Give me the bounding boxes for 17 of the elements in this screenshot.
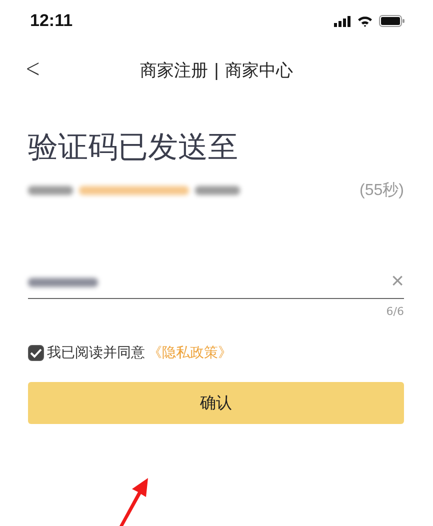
agreement-text: 我已阅读并同意 — [47, 344, 145, 362]
confirm-button[interactable]: 确认 — [28, 382, 404, 424]
check-icon — [30, 348, 42, 358]
clear-button[interactable]: × — [391, 270, 404, 292]
checkbox[interactable] — [28, 345, 44, 361]
wifi-icon — [357, 15, 373, 27]
countdown: (55秒) — [360, 180, 404, 200]
privacy-policy-link[interactable]: 《隐私政策》 — [148, 344, 232, 362]
code-field[interactable]: × — [28, 264, 404, 299]
status-time: 12:11 — [30, 11, 73, 31]
signal-icon — [334, 16, 351, 26]
battery-icon — [379, 15, 405, 27]
page-title: 商家注册 | 商家中心 — [140, 60, 293, 82]
character-counter: 6/6 — [386, 305, 404, 318]
heading: 验证码已发送至 — [28, 129, 239, 167]
blurred-text — [195, 186, 240, 194]
back-button[interactable]: < — [22, 54, 44, 84]
